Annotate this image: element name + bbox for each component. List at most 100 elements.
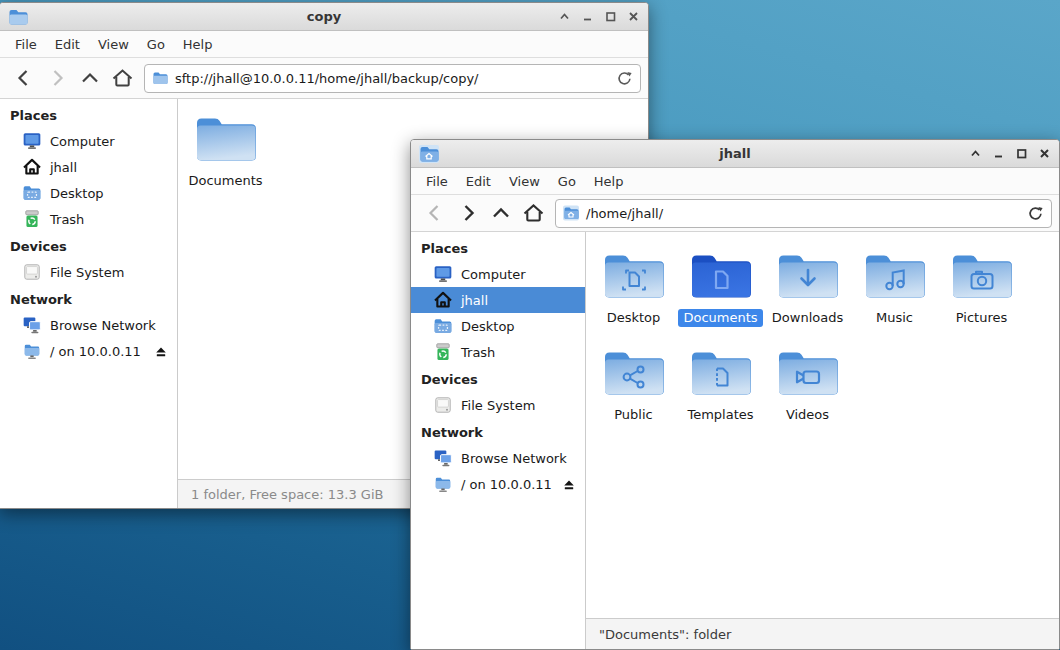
file-public[interactable]: Public: [590, 338, 677, 424]
file-desktop[interactable]: Desktop: [590, 241, 677, 327]
folder-pictures-icon: [950, 249, 1014, 301]
refresh-icon[interactable]: [616, 70, 633, 87]
toolbar: sftp://jhall@10.0.0.11/home/jhall/backup…: [0, 58, 648, 99]
desktop-folder-icon: [22, 183, 42, 203]
folder-documents-icon: [689, 249, 753, 301]
sidebar-header-devices: Devices: [411, 365, 585, 392]
sidebar-header-places: Places: [411, 234, 585, 261]
up-button[interactable]: [484, 198, 517, 228]
remote-mount-icon: [22, 341, 42, 361]
file-grid: Desktop Documents Downloads: [586, 232, 1059, 618]
sidebar-item-browse-network[interactable]: Browse Network: [0, 312, 177, 338]
sidebar-item-browse-network[interactable]: Browse Network: [411, 445, 585, 471]
menubar: File Edit View Go Help: [0, 31, 648, 58]
home-icon: [433, 290, 453, 310]
sidebar-item-filesystem[interactable]: File System: [411, 392, 585, 418]
back-button[interactable]: [418, 198, 451, 228]
menu-help[interactable]: Help: [585, 170, 633, 193]
filesystem-icon: [433, 395, 453, 415]
folder-public-icon: [602, 346, 666, 398]
address-home-folder-icon: [563, 205, 579, 221]
menu-view[interactable]: View: [500, 170, 549, 193]
file-downloads[interactable]: Downloads: [764, 241, 851, 327]
forward-button[interactable]: [451, 198, 484, 228]
titlebar[interactable]: jhall: [411, 140, 1059, 168]
sidebar-item-desktop[interactable]: Desktop: [0, 180, 177, 206]
eject-icon[interactable]: [562, 477, 576, 491]
address-text: sftp://jhall@10.0.0.11/home/jhall/backup…: [175, 71, 479, 86]
sidebar-header-devices: Devices: [0, 232, 177, 259]
maximize-button[interactable]: [603, 10, 617, 24]
refresh-icon[interactable]: [1027, 205, 1044, 222]
folder-music-icon: [863, 249, 927, 301]
sidebar-item-remote-mount[interactable]: / on 10.0.0.11: [0, 338, 177, 364]
sidebar-item-remote-mount[interactable]: / on 10.0.0.11: [411, 471, 585, 497]
file-documents[interactable]: Documents: [182, 104, 269, 190]
filesystem-icon: [22, 262, 42, 282]
trash-icon: [433, 342, 453, 362]
eject-icon[interactable]: [154, 344, 168, 358]
close-button[interactable]: [1037, 147, 1051, 161]
file-videos[interactable]: Videos: [764, 338, 851, 424]
minimize-button[interactable]: [991, 147, 1005, 161]
file-music[interactable]: Music: [851, 241, 938, 327]
window-title: jhall: [411, 146, 1059, 161]
trash-icon: [22, 209, 42, 229]
desktop-folder-icon: [433, 316, 453, 336]
sidebar-header-network: Network: [411, 418, 585, 445]
sidebar-header-places: Places: [0, 101, 177, 128]
sidebar: Places Computer jhall Desktop Trash: [0, 99, 178, 508]
browse-network-icon: [22, 315, 42, 335]
address-folder-icon: [152, 70, 168, 86]
folder-desktop-icon: [602, 249, 666, 301]
window-title: copy: [0, 9, 648, 24]
folder-videos-icon: [776, 346, 840, 398]
menu-go[interactable]: Go: [549, 170, 585, 193]
file-templates[interactable]: Templates: [677, 338, 764, 424]
menu-help[interactable]: Help: [174, 33, 222, 56]
folder-downloads-icon: [776, 249, 840, 301]
toolbar: /home/jhall/: [411, 195, 1059, 232]
file-documents[interactable]: Documents: [677, 241, 764, 327]
sidebar-item-computer[interactable]: Computer: [411, 261, 585, 287]
home-button[interactable]: [106, 63, 139, 93]
sidebar-header-network: Network: [0, 285, 177, 312]
titlebar[interactable]: copy: [0, 3, 648, 31]
folder-icon: [194, 112, 258, 164]
address-bar[interactable]: /home/jhall/: [555, 199, 1052, 228]
up-button[interactable]: [73, 63, 106, 93]
home-icon: [22, 157, 42, 177]
menu-file[interactable]: File: [6, 33, 46, 56]
menu-view[interactable]: View: [89, 33, 138, 56]
remote-mount-icon: [433, 474, 453, 494]
sidebar-item-jhall[interactable]: jhall: [0, 154, 177, 180]
menu-edit[interactable]: Edit: [46, 33, 89, 56]
close-button[interactable]: [626, 10, 640, 24]
menubar: File Edit View Go Help: [411, 168, 1059, 195]
sidebar-item-trash[interactable]: Trash: [411, 339, 585, 365]
status-bar: "Documents": folder: [586, 618, 1059, 649]
sidebar-item-jhall[interactable]: jhall: [411, 287, 585, 313]
sidebar-item-computer[interactable]: Computer: [0, 128, 177, 154]
minimize-button[interactable]: [580, 10, 594, 24]
desktop-background: copy File Edit View Go Help sftp://jhall…: [0, 0, 1060, 650]
menu-file[interactable]: File: [417, 170, 457, 193]
shade-button[interactable]: [968, 147, 982, 161]
sidebar: Places Computer jhall Desktop Trash: [411, 232, 586, 649]
sidebar-item-filesystem[interactable]: File System: [0, 259, 177, 285]
home-button[interactable]: [517, 198, 550, 228]
back-button[interactable]: [7, 63, 40, 93]
computer-icon: [433, 264, 453, 284]
menu-edit[interactable]: Edit: [457, 170, 500, 193]
shade-button[interactable]: [557, 10, 571, 24]
maximize-button[interactable]: [1014, 147, 1028, 161]
browse-network-icon: [433, 448, 453, 468]
computer-icon: [22, 131, 42, 151]
window-jhall: jhall File Edit View Go Help /home/jhall…: [410, 139, 1060, 650]
sidebar-item-trash[interactable]: Trash: [0, 206, 177, 232]
file-pictures[interactable]: Pictures: [938, 241, 1025, 327]
sidebar-item-desktop[interactable]: Desktop: [411, 313, 585, 339]
forward-button[interactable]: [40, 63, 73, 93]
menu-go[interactable]: Go: [138, 33, 174, 56]
address-bar[interactable]: sftp://jhall@10.0.0.11/home/jhall/backup…: [144, 64, 641, 93]
